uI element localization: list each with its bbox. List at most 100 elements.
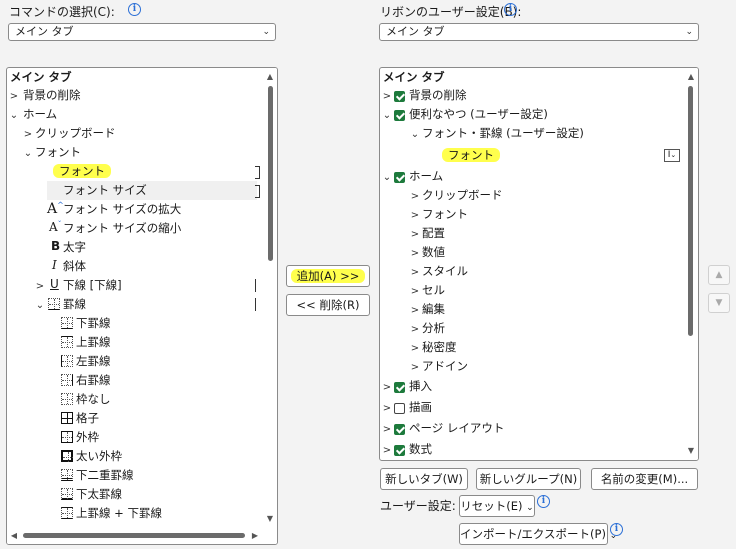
tree-item[interactable]: 罫線: [63, 295, 86, 314]
tree-item[interactable]: ホーム: [23, 105, 57, 124]
tree-item[interactable]: 太い外枠: [76, 447, 122, 466]
add-button[interactable]: 追加(A) >>: [286, 265, 370, 287]
tree-item[interactable]: 上罫線 + 下罫線: [76, 504, 162, 523]
tree-item[interactable]: 左罫線: [76, 352, 111, 371]
scroll-right-icon[interactable]: ▶: [250, 531, 260, 540]
tree-item[interactable]: クリップボード: [422, 186, 503, 205]
tree-item[interactable]: ページ レイアウト: [409, 419, 504, 438]
tree-item[interactable]: フォント サイズの縮小: [63, 219, 181, 238]
chevron-down-icon[interactable]: ⌄: [9, 110, 19, 121]
reset-button[interactable]: リセット(E) ⌄: [459, 495, 535, 517]
tree-item[interactable]: 数式: [409, 440, 432, 459]
tree-item[interactable]: フォント: [53, 162, 111, 181]
checkbox-checked[interactable]: [394, 424, 405, 435]
checkbox-checked[interactable]: [394, 382, 405, 393]
chevron-right-icon[interactable]: >: [382, 382, 392, 393]
import-export-button[interactable]: インポート/エクスポート(P) ⌄: [459, 523, 617, 545]
scroll-up-icon[interactable]: ▲: [686, 72, 696, 81]
info-icon[interactable]: i: [128, 3, 141, 16]
tree-item[interactable]: フォント: [35, 143, 81, 162]
info-icon[interactable]: i: [504, 3, 517, 16]
tree-item[interactable]: 斜体: [63, 257, 86, 276]
checkbox-checked[interactable]: [394, 445, 405, 456]
tree-item[interactable]: 分析: [422, 319, 445, 338]
scroll-left-icon[interactable]: ◀: [9, 531, 19, 540]
chevron-down-icon[interactable]: ⌄: [410, 129, 420, 140]
tree-item[interactable]: 編集: [422, 300, 445, 319]
chevron-right-icon[interactable]: >: [410, 210, 420, 221]
horizontal-scroll-thumb[interactable]: [23, 533, 245, 538]
tree-item[interactable]: 下線 [下線]: [63, 276, 122, 295]
vertical-scroll-thumb[interactable]: [688, 86, 693, 336]
chevron-right-icon[interactable]: >: [410, 248, 420, 259]
chevron-right-icon[interactable]: >: [382, 445, 392, 456]
rename-button[interactable]: 名前の変更(M)...: [591, 468, 698, 490]
checkbox-checked[interactable]: [394, 110, 405, 121]
chevron-right-icon[interactable]: >: [35, 281, 45, 292]
tree-item[interactable]: セル: [422, 281, 445, 300]
chevron-right-icon[interactable]: >: [23, 129, 33, 140]
ribbon-tree[interactable]: メイン タブ > 背景の削除 ⌄ 便利なやつ (ユーザー設定) ⌄ フォント・罫…: [379, 67, 699, 461]
tree-item[interactable]: 背景の削除: [409, 86, 467, 105]
tree-item[interactable]: 数値: [422, 243, 445, 262]
tree-item[interactable]: 挿入: [409, 377, 432, 396]
scroll-up-icon[interactable]: ▲: [265, 72, 275, 81]
tree-item[interactable]: 外枠: [76, 428, 99, 447]
chevron-down-icon[interactable]: ⌄: [382, 172, 392, 183]
horizontal-scrollbar[interactable]: ◀ ▶: [7, 526, 263, 544]
tree-item[interactable]: フォント・罫線 (ユーザー設定): [422, 124, 584, 143]
vertical-scrollbar[interactable]: ▲ ▼: [683, 68, 698, 460]
remove-button[interactable]: << 削除(R): [286, 294, 370, 316]
tree-item[interactable]: 配置: [422, 224, 445, 243]
tree-item[interactable]: 秘密度: [422, 338, 457, 357]
commands-dropdown[interactable]: メイン タブ ⌄: [8, 23, 276, 41]
tree-item[interactable]: フォント: [442, 146, 500, 165]
info-icon[interactable]: i: [537, 495, 550, 508]
chevron-right-icon[interactable]: >: [410, 343, 420, 354]
chevron-right-icon[interactable]: >: [410, 324, 420, 335]
tree-item[interactable]: フォント サイズの拡大: [63, 200, 181, 219]
scroll-down-icon[interactable]: ▼: [265, 514, 275, 523]
chevron-right-icon[interactable]: >: [410, 191, 420, 202]
chevron-right-icon[interactable]: >: [410, 229, 420, 240]
tree-item[interactable]: 上罫線: [76, 333, 111, 352]
tree-item[interactable]: 下太罫線: [76, 485, 122, 504]
checkbox-unchecked[interactable]: [394, 403, 405, 414]
tree-item[interactable]: 右罫線: [76, 371, 111, 390]
move-up-button[interactable]: ▲: [708, 265, 730, 285]
info-icon[interactable]: i: [610, 523, 623, 536]
tree-item[interactable]: ホーム: [409, 167, 443, 186]
chevron-right-icon[interactable]: >: [9, 91, 19, 102]
tree-item[interactable]: 便利なやつ (ユーザー設定): [409, 105, 548, 124]
chevron-right-icon[interactable]: >: [410, 286, 420, 297]
tree-item[interactable]: フォント サイズ: [63, 181, 147, 200]
vertical-scroll-thumb[interactable]: [268, 86, 273, 261]
tree-item[interactable]: 下罫線: [76, 314, 111, 333]
vertical-scrollbar[interactable]: ▲ ▼: [263, 68, 277, 544]
move-down-button[interactable]: ▼: [708, 293, 730, 313]
scroll-down-icon[interactable]: ▼: [686, 446, 696, 455]
chevron-right-icon[interactable]: >: [410, 362, 420, 373]
tree-item[interactable]: フォント: [422, 205, 468, 224]
new-tab-button[interactable]: 新しいタブ(W): [380, 468, 468, 490]
commands-tree[interactable]: メイン タブ > 背景の削除 ⌄ ホーム > クリップボード ⌄ フォント フォ…: [6, 67, 278, 545]
chevron-right-icon[interactable]: >: [382, 91, 392, 102]
chevron-down-icon[interactable]: ⌄: [23, 148, 33, 159]
tree-item[interactable]: スタイル: [422, 262, 468, 281]
new-group-button[interactable]: 新しいグループ(N): [476, 468, 581, 490]
tree-item[interactable]: 下二重罫線: [76, 466, 134, 485]
tree-item[interactable]: 背景の削除: [23, 86, 81, 105]
tree-item[interactable]: 格子: [76, 409, 99, 428]
chevron-down-icon[interactable]: ⌄: [35, 300, 45, 311]
chevron-right-icon[interactable]: >: [410, 267, 420, 278]
chevron-right-icon[interactable]: >: [382, 424, 392, 435]
tree-item[interactable]: 枠なし: [76, 390, 111, 409]
checkbox-checked[interactable]: [394, 91, 405, 102]
tree-item[interactable]: アドイン: [422, 357, 468, 376]
checkbox-checked[interactable]: [394, 172, 405, 183]
chevron-down-icon[interactable]: ⌄: [382, 110, 392, 121]
tree-item[interactable]: 太字: [63, 238, 86, 257]
tree-item[interactable]: 描画: [409, 398, 432, 417]
ribbon-dropdown[interactable]: メイン タブ ⌄: [379, 23, 699, 41]
chevron-right-icon[interactable]: >: [410, 305, 420, 316]
